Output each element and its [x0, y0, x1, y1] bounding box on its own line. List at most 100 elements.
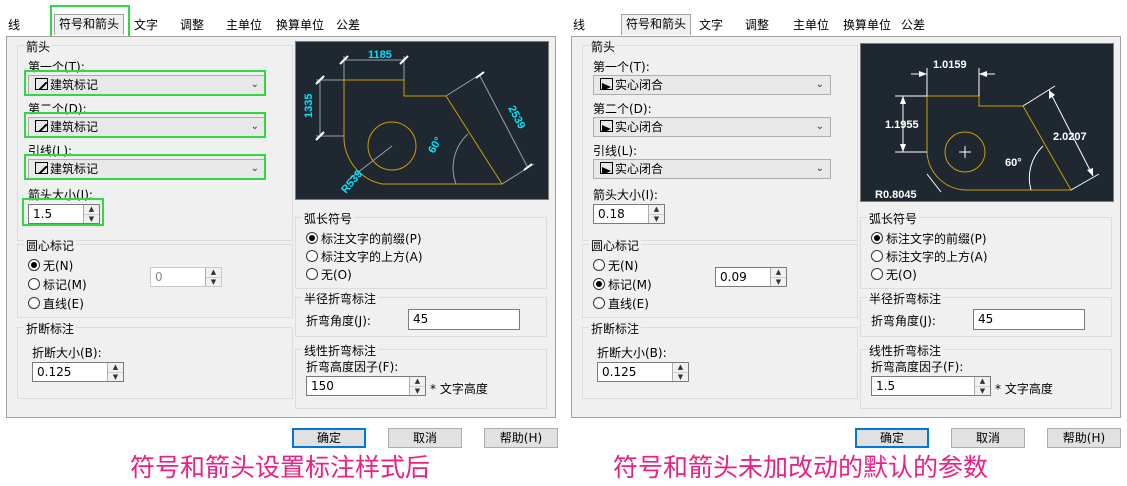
jog-height-spinner[interactable]: 150 ▲ ▼: [306, 376, 426, 396]
tab-lines[interactable]: 线: [569, 16, 589, 34]
preview-dim-top: 1.0159: [933, 59, 967, 71]
radio-selected-icon: [306, 232, 318, 244]
arc-length-group: 弧长符号 标注文字的前缀(P) 标注文字的上方(A) 无(O): [295, 210, 547, 289]
radius-jog-title: 半径折弯标注: [867, 290, 944, 307]
center-mark-size-spinner[interactable]: 0.09 ▲ ▼: [715, 267, 787, 287]
spin-down-icon[interactable]: ▼: [649, 215, 664, 224]
tab-lines[interactable]: 线: [4, 16, 24, 34]
tab-fit[interactable]: 调整: [741, 16, 773, 34]
spin-down-icon[interactable]: ▼: [206, 278, 221, 287]
jog-angle-value: 45: [413, 312, 429, 326]
spin-up-icon[interactable]: ▲: [771, 268, 786, 278]
cancel-button[interactable]: 取消: [951, 428, 1025, 448]
tab-alternate-units[interactable]: 换算单位: [839, 16, 895, 34]
arc-none-label: 无(O): [886, 268, 917, 282]
preview-angle: 60°: [1005, 157, 1022, 169]
highlight-leader-arrow: [24, 154, 266, 180]
arc-above-radio[interactable]: 标注文字的上方(A): [306, 248, 423, 265]
tab-tolerances[interactable]: 公差: [332, 16, 364, 34]
text-height-label: * 文字高度: [430, 382, 488, 396]
jog-height-spinner[interactable]: 1.5 ▲ ▼: [871, 376, 991, 396]
tab-primary-units[interactable]: 主单位: [789, 16, 833, 34]
chevron-down-icon: ⌄: [815, 121, 824, 132]
tab-text[interactable]: 文字: [695, 16, 727, 34]
second-arrow-label: 第二个(D):: [593, 102, 652, 116]
tab-alternate-units[interactable]: 换算单位: [272, 16, 328, 34]
spin-down-icon[interactable]: ▼: [975, 387, 990, 396]
spin-up-icon[interactable]: ▲: [410, 377, 425, 387]
arc-length-group: 弧长符号 标注文字的前缀(P) 标注文字的上方(A) 无(O): [860, 210, 1112, 289]
preview-pane: 1.0159 1.1955 2.0207 60° R0.8045: [860, 43, 1114, 202]
jog-height-label: 折弯高度因子(F):: [306, 360, 399, 374]
center-line-radio[interactable]: 直线(E): [593, 295, 649, 312]
spin-up-icon[interactable]: ▲: [206, 268, 221, 278]
jog-angle-input[interactable]: 45: [408, 309, 520, 330]
leader-arrow-label: 引线(L):: [593, 144, 638, 158]
right-caption: 符号和箭头未加改动的默认的参数: [613, 453, 989, 482]
spin-down-icon[interactable]: ▼: [673, 373, 688, 382]
radio-empty-icon: [871, 268, 883, 280]
center-mark-radio[interactable]: 标记(M): [28, 276, 87, 293]
center-none-label: 无(N): [608, 259, 639, 273]
center-line-radio[interactable]: 直线(E): [28, 295, 84, 312]
tab-primary-units[interactable]: 主单位: [222, 16, 266, 34]
first-arrow-value: 实心闭合: [615, 78, 664, 92]
left-dialog: 线 符号和箭头 文字 调整 主单位 换算单位 公差 箭头 第一个(T): 建筑标…: [0, 0, 562, 486]
second-arrow-select[interactable]: 实心闭合 ⌄: [593, 117, 831, 137]
break-size-spinner[interactable]: 0.125 ▲ ▼: [32, 362, 124, 382]
preview-dim-diag: 2539: [505, 104, 527, 131]
help-button[interactable]: 帮助(H): [484, 428, 558, 448]
arrowheads-title: 箭头: [589, 38, 618, 55]
center-none-label: 无(N): [43, 259, 74, 273]
tab-symbols-arrows[interactable]: 符号和箭头: [621, 14, 692, 35]
ok-button[interactable]: 确定: [855, 428, 929, 448]
ok-button[interactable]: 确定: [292, 428, 366, 448]
arc-prefix-radio[interactable]: 标注文字的前缀(P): [871, 230, 987, 247]
spin-up-icon[interactable]: ▲: [649, 205, 664, 215]
tab-tolerances[interactable]: 公差: [897, 16, 929, 34]
radius-jog-group: 半径折弯标注 折弯角度(J): 45: [860, 290, 1112, 337]
jog-angle-label: 折弯角度(J):: [871, 314, 936, 328]
preview-dim-diag: 2.0207: [1053, 131, 1087, 143]
radio-empty-icon: [593, 259, 605, 271]
chevron-down-icon: ⌄: [815, 163, 824, 174]
arrow-size-spinner[interactable]: 0.18 ▲ ▼: [593, 204, 665, 224]
spin-up-icon[interactable]: ▲: [108, 363, 123, 373]
center-none-radio[interactable]: 无(N): [593, 257, 638, 274]
help-button[interactable]: 帮助(H): [1047, 428, 1121, 448]
spin-up-icon[interactable]: ▲: [975, 377, 990, 387]
spin-up-icon[interactable]: ▲: [673, 363, 688, 373]
preview-radius: R539: [339, 168, 365, 196]
arc-prefix-radio[interactable]: 标注文字的前缀(P): [306, 230, 422, 247]
first-arrow-select[interactable]: 实心闭合 ⌄: [593, 75, 831, 95]
jog-angle-value: 45: [978, 312, 994, 326]
arc-none-radio[interactable]: 无(O): [871, 266, 917, 283]
radio-empty-icon: [306, 250, 318, 262]
break-size-label: 折断大小(B):: [32, 346, 102, 360]
arc-above-radio[interactable]: 标注文字的上方(A): [871, 248, 988, 265]
closed-filled-arrow-icon: [600, 162, 613, 174]
highlight-first-arrow: [24, 70, 266, 96]
spin-down-icon[interactable]: ▼: [771, 278, 786, 287]
radius-jog-title: 半径折弯标注: [302, 290, 379, 307]
preview-radius: R0.8045: [875, 189, 917, 201]
preview-drawing: 1185 1335 2539 60° R539: [303, 49, 535, 196]
spin-down-icon[interactable]: ▼: [108, 373, 123, 382]
center-mark-size-spinner[interactable]: 0 ▲ ▼: [150, 267, 222, 287]
break-size-label: 折断大小(B):: [597, 346, 667, 360]
spin-down-icon[interactable]: ▼: [410, 387, 425, 396]
center-none-radio[interactable]: 无(N): [28, 257, 73, 274]
leader-arrow-select[interactable]: 实心闭合 ⌄: [593, 159, 831, 179]
break-size-spinner[interactable]: 0.125 ▲ ▼: [597, 362, 689, 382]
center-marks-title: 圆心标记: [24, 237, 77, 254]
center-mark-radio[interactable]: 标记(M): [593, 276, 652, 293]
center-mark-size-value: 0.09: [720, 270, 747, 284]
tab-fit[interactable]: 调整: [176, 16, 208, 34]
right-dialog: 线 符号和箭头 文字 调整 主单位 换算单位 公差 箭头 第一个(T): 实心闭…: [565, 0, 1127, 486]
cancel-button[interactable]: 取消: [388, 428, 462, 448]
arc-none-radio[interactable]: 无(O): [306, 266, 352, 283]
arrowheads-group: 箭头 第一个(T): 实心闭合 ⌄ 第二个(D): 实心闭合 ⌄ 引线(L): …: [582, 38, 858, 241]
jog-angle-input[interactable]: 45: [973, 309, 1085, 330]
radio-empty-icon: [593, 297, 605, 309]
tab-text[interactable]: 文字: [130, 16, 162, 34]
